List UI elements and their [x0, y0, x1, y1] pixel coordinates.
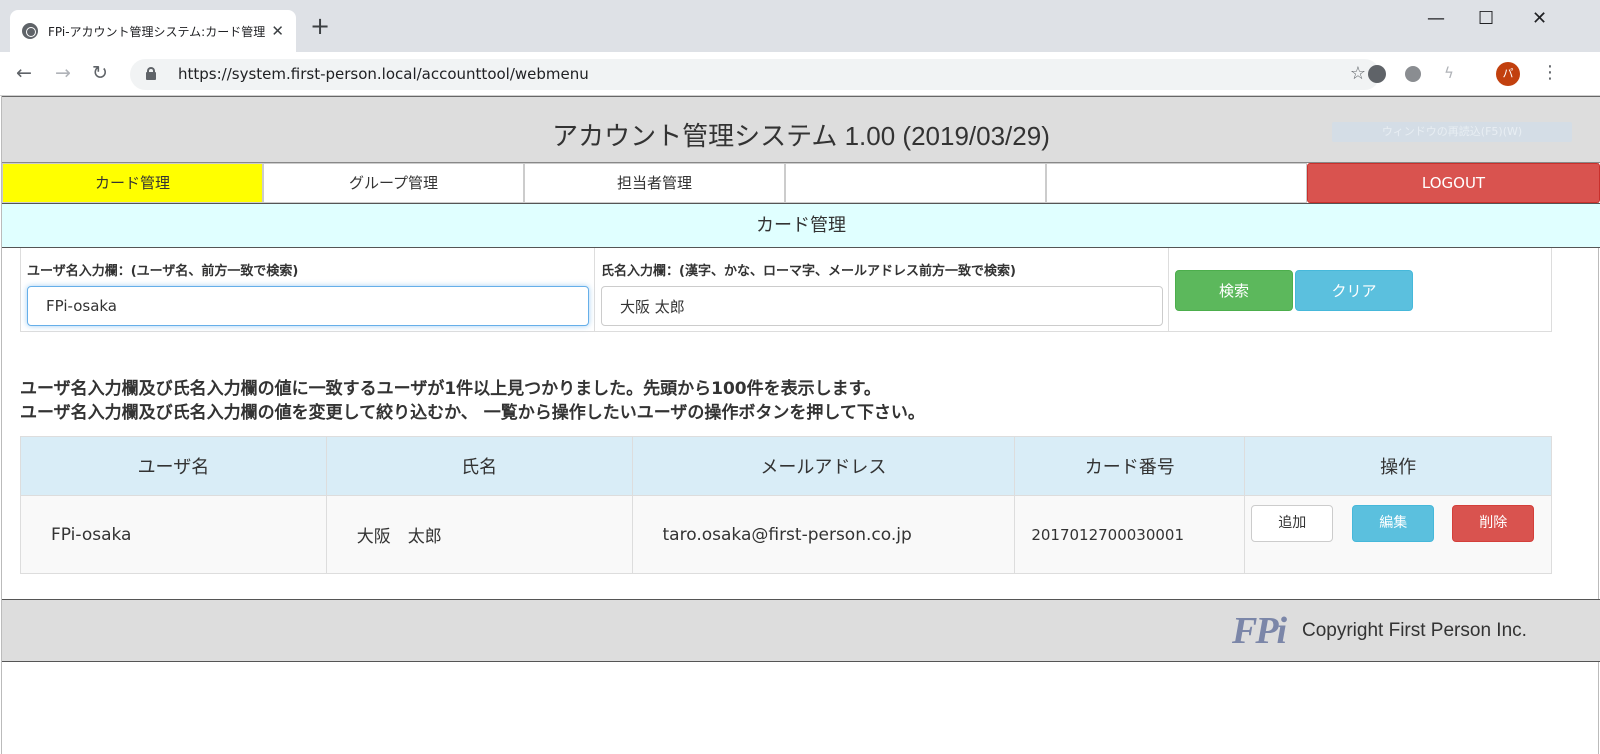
cell-operations: 追加 編集 削除 [1244, 495, 1552, 574]
browser-tab[interactable]: FPi-アカウント管理システム:カード管理 ✕ [10, 10, 296, 52]
footer: FPi Copyright First Person Inc. [2, 599, 1600, 662]
header-operations: 操作 [1244, 436, 1552, 496]
reload-icon[interactable]: ↻ [92, 62, 108, 84]
fpi-logo: FPi [1232, 610, 1287, 652]
browser-tab-strip: FPi-アカウント管理システム:カード管理 ✕ + — ☐ ✕ [0, 0, 1600, 52]
menu-group-management[interactable]: グループ管理 [263, 163, 524, 203]
minimize-button[interactable]: — [1427, 8, 1445, 29]
delete-button[interactable]: 削除 [1452, 505, 1535, 542]
close-window-button[interactable]: ✕ [1532, 8, 1547, 29]
header-email: メールアドレス [631, 436, 1016, 496]
cell-email: taro.osaka@first-person.co.jp [631, 495, 1016, 574]
menu-empty-1[interactable] [785, 163, 1046, 203]
lightning-extension-icon[interactable]: ϟ [1444, 64, 1454, 82]
username-field-label: ユーザ名入力欄：(ユーザ名、前方一致で検索) [27, 264, 299, 279]
forward-arrow-icon[interactable]: → [55, 62, 71, 84]
menu-staff-management[interactable]: 担当者管理 [524, 163, 785, 203]
result-message: ユーザ名入力欄及び氏名入力欄の値に一致するユーザが1件以上見つかりました。先頭か… [20, 377, 925, 425]
tab-title: FPi-アカウント管理システム:カード管理 [48, 24, 266, 39]
tab-close-icon[interactable]: ✕ [271, 22, 284, 40]
cell-name: 大阪 太郎 [325, 495, 633, 574]
result-message-line-2: ユーザ名入力欄及び氏名入力欄の値を変更して絞り込むか、 一覧から操作したいユーザ… [20, 403, 925, 423]
edit-button[interactable]: 編集 [1352, 505, 1435, 542]
extension-icon[interactable] [1368, 65, 1386, 83]
header-username: ユーザ名 [20, 436, 327, 496]
app-header: アカウント管理システム 1.00 (2019/03/29) ウィンドウの再読込(… [2, 96, 1600, 163]
user-table: ユーザ名 氏名 メールアドレス カード番号 操作 FPi-osaka 大阪 太郎… [20, 436, 1552, 574]
table-header-row: ユーザ名 氏名 メールアドレス カード番号 操作 [20, 436, 1552, 496]
browser-menu-icon[interactable]: ⋮ [1541, 62, 1559, 83]
username-input[interactable] [27, 286, 589, 326]
add-button[interactable]: 追加 [1251, 505, 1334, 542]
clear-button[interactable]: クリア [1295, 270, 1413, 311]
cell-username: FPi-osaka [20, 495, 327, 574]
cell-card-number: 2017012700030001 [1014, 495, 1246, 574]
section-title: カード管理 [2, 203, 1600, 248]
back-arrow-icon[interactable]: ← [16, 62, 32, 84]
logout-button[interactable]: LOGOUT [1307, 163, 1600, 203]
lock-icon [146, 67, 156, 80]
search-buttons-column: 検索 クリア [1169, 248, 1553, 332]
extension-circle-icon[interactable] [1405, 66, 1421, 82]
result-message-line-1: ユーザ名入力欄及び氏名入力欄の値に一致するユーザが1件以上見つかりました。先頭か… [20, 379, 881, 399]
search-button[interactable]: 検索 [1175, 270, 1293, 311]
search-panel: ユーザ名入力欄：(ユーザ名、前方一致で検索) 氏名入力欄：(漢字、かな、ローマ字… [20, 248, 1552, 332]
copyright-text: Copyright First Person Inc. [1302, 620, 1527, 641]
reload-window-button[interactable]: ウィンドウの再読込(F5)(W) [1332, 122, 1572, 142]
page-content: アカウント管理システム 1.00 (2019/03/29) ウィンドウの再読込(… [1, 96, 1600, 754]
table-row: FPi-osaka 大阪 太郎 taro.osaka@first-person.… [20, 495, 1552, 574]
main-menu: カード管理 グループ管理 担当者管理 LOGOUT [2, 163, 1600, 203]
menu-empty-2[interactable] [1046, 163, 1307, 203]
profile-avatar[interactable]: パ [1496, 62, 1520, 86]
address-bar[interactable]: https://system.first-person.local/accoun… [130, 59, 1380, 90]
name-search-column: 氏名入力欄：(漢字、かな、ローマ字、メールアドレス前方一致で検索) [595, 248, 1169, 332]
browser-toolbar: ← → ↻ https://system.first-person.local/… [0, 52, 1600, 96]
bookmark-star-icon[interactable]: ☆ [1350, 63, 1366, 84]
url-text[interactable]: https://system.first-person.local/accoun… [178, 65, 589, 83]
header-name: 氏名 [325, 436, 633, 496]
maximize-button[interactable]: ☐ [1478, 8, 1494, 29]
username-search-column: ユーザ名入力欄：(ユーザ名、前方一致で検索) [21, 248, 595, 332]
header-card-number: カード番号 [1014, 436, 1246, 496]
name-input[interactable] [601, 286, 1163, 326]
name-field-label: 氏名入力欄：(漢字、かな、ローマ字、メールアドレス前方一致で検索) [601, 264, 1016, 279]
app-title: アカウント管理システム 1.00 (2019/03/29) [552, 121, 1050, 151]
globe-icon [22, 23, 38, 39]
new-tab-button[interactable]: + [310, 14, 330, 38]
menu-card-management[interactable]: カード管理 [2, 163, 263, 203]
